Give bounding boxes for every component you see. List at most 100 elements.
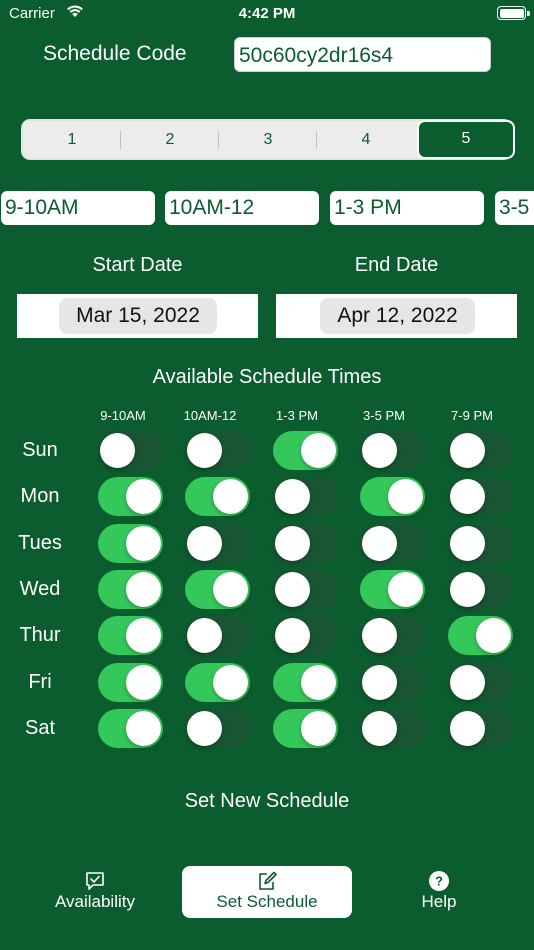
availability-toggle[interactable] (448, 616, 513, 655)
toggle-knob (388, 479, 423, 514)
toggle-knob (450, 665, 485, 700)
toggle-knob (450, 433, 485, 468)
availability-toggle[interactable] (360, 477, 425, 516)
availability-toggle[interactable] (448, 524, 513, 563)
availability-toggle[interactable] (273, 570, 338, 609)
availability-toggle[interactable] (98, 477, 163, 516)
slot-field-4[interactable]: 3-5 PM (495, 191, 534, 225)
tab-help[interactable]: ? Help (354, 866, 524, 918)
availability-toggle[interactable] (360, 570, 425, 609)
availability-toggle[interactable] (273, 477, 338, 516)
toggle-knob (301, 711, 336, 746)
toggle-knob (126, 711, 161, 746)
schedule-times-title: Available Schedule Times (152, 366, 382, 388)
day-label: Wed (19, 578, 61, 600)
segment-1[interactable]: 1 (23, 121, 121, 158)
availability-toggle[interactable] (98, 431, 163, 470)
toggle-knob (275, 479, 310, 514)
availability-toggle[interactable] (185, 524, 250, 563)
availability-toggle[interactable] (448, 431, 513, 470)
column-header: 7-9 PM (451, 408, 493, 423)
toggle-knob (126, 526, 161, 561)
availability-toggle[interactable] (273, 709, 338, 748)
slot-field-2[interactable]: 10AM-12 (165, 191, 319, 225)
availability-toggle[interactable] (360, 663, 425, 702)
segment-3[interactable]: 3 (219, 121, 317, 158)
toggle-knob (275, 526, 310, 561)
end-date-picker[interactable]: Apr 12, 2022 (320, 298, 475, 334)
toggle-knob (301, 433, 336, 468)
day-label: Sat (24, 717, 56, 739)
toggle-knob (450, 572, 485, 607)
toggle-knob (362, 433, 397, 468)
availability-toggle[interactable] (273, 663, 338, 702)
availability-toggle[interactable] (448, 663, 513, 702)
tab-availability[interactable]: Availability (10, 866, 180, 918)
segment-4[interactable]: 4 (317, 121, 415, 158)
availability-toggle[interactable] (185, 616, 250, 655)
availability-toggle[interactable] (360, 709, 425, 748)
availability-toggle[interactable] (98, 616, 163, 655)
message-check-icon (86, 872, 104, 890)
toggle-knob (187, 618, 222, 653)
status-bar: Carrier 4:42 PM (0, 0, 534, 30)
toggle-knob (126, 618, 161, 653)
day-label: Mon (20, 485, 60, 507)
availability-toggle[interactable] (360, 616, 425, 655)
availability-toggle[interactable] (185, 477, 250, 516)
toggle-knob (301, 665, 336, 700)
slot-field-3[interactable]: 1-3 PM (330, 191, 484, 225)
availability-toggle[interactable] (98, 663, 163, 702)
toggle-knob (362, 526, 397, 561)
availability-toggle[interactable] (185, 570, 250, 609)
availability-toggle[interactable] (360, 524, 425, 563)
availability-toggle[interactable] (98, 709, 163, 748)
availability-toggle[interactable] (360, 431, 425, 470)
day-label: Fri (28, 671, 52, 693)
availability-toggle[interactable] (273, 431, 338, 470)
toggle-knob (126, 665, 161, 700)
clock: 4:42 PM (238, 5, 296, 22)
schedule-code-label: Schedule Code (43, 42, 187, 65)
slot-field-1[interactable]: 9-10AM (1, 191, 155, 225)
column-header: 3-5 PM (363, 408, 405, 423)
toggle-knob (476, 618, 511, 653)
availability-toggle[interactable] (273, 524, 338, 563)
toggle-knob (362, 618, 397, 653)
start-date-picker[interactable]: Mar 15, 2022 (59, 298, 217, 334)
day-label: Thur (19, 624, 61, 646)
schedule-code-field[interactable]: 50c60cy2dr16s4 (234, 37, 491, 72)
start-date-label: Start Date (92, 254, 183, 276)
toggle-knob (187, 711, 222, 746)
day-label: Tues (18, 532, 62, 554)
availability-toggle[interactable] (273, 616, 338, 655)
tab-set-schedule[interactable]: Set Schedule (182, 866, 352, 918)
column-header: 1-3 PM (276, 408, 318, 423)
end-date-label: End Date (354, 254, 439, 276)
toggle-knob (126, 572, 161, 607)
availability-toggle[interactable] (185, 663, 250, 702)
toggle-knob (187, 433, 222, 468)
toggle-knob (275, 618, 310, 653)
toggle-knob (213, 665, 248, 700)
availability-toggle[interactable] (448, 570, 513, 609)
segment-2[interactable]: 2 (121, 121, 219, 158)
column-header: 9-10AM (100, 408, 146, 423)
toggle-knob (450, 526, 485, 561)
set-new-schedule-button[interactable]: Set New Schedule (0, 790, 534, 813)
availability-toggle[interactable] (98, 570, 163, 609)
edit-square-icon (259, 871, 277, 890)
toggle-knob (213, 572, 248, 607)
availability-toggle[interactable] (98, 524, 163, 563)
tab-label: Set Schedule (216, 892, 318, 911)
day-label: Sun (22, 439, 58, 461)
availability-toggle[interactable] (448, 477, 513, 516)
toggle-knob (388, 572, 423, 607)
start-date-box: Mar 15, 2022 (17, 294, 258, 338)
toggle-knob (187, 526, 222, 561)
availability-toggle[interactable] (185, 709, 250, 748)
segment-5[interactable]: 5 (417, 120, 515, 159)
availability-toggle[interactable] (448, 709, 513, 748)
help-circle-icon: ? (429, 871, 449, 891)
availability-toggle[interactable] (185, 431, 250, 470)
